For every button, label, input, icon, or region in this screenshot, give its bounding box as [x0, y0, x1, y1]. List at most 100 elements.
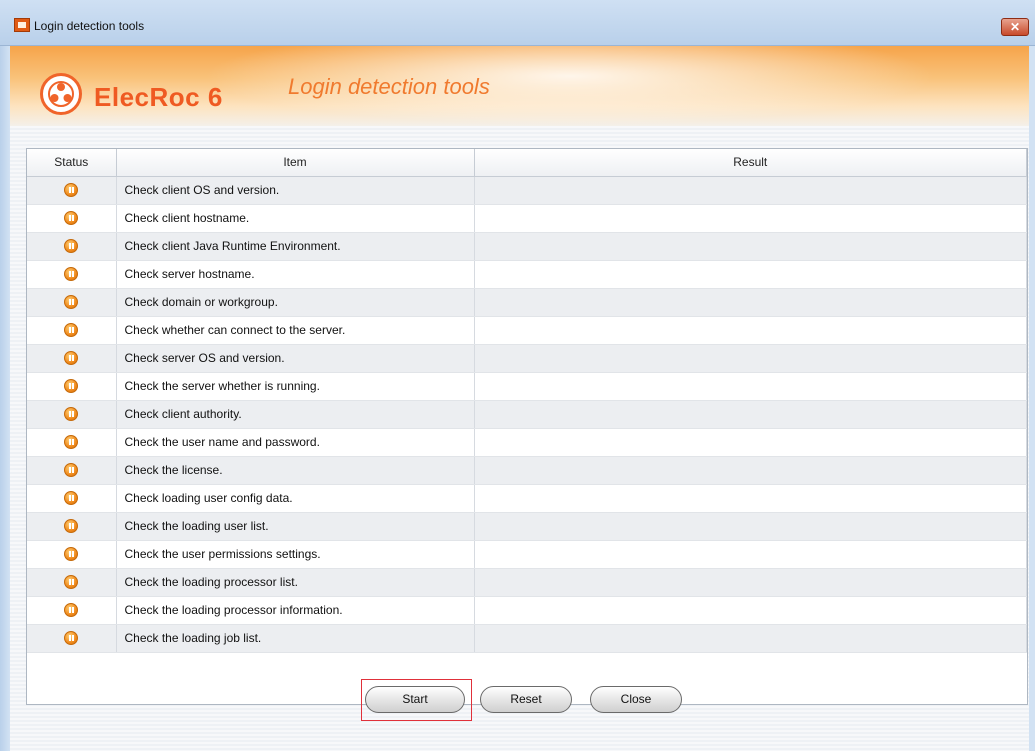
item-cell: Check the loading processor list.	[116, 568, 475, 597]
status-cell	[27, 204, 117, 233]
table-row[interactable]: Check the loading processor information.	[27, 596, 1027, 625]
status-cell	[27, 260, 117, 289]
pause-status-icon	[64, 407, 79, 422]
status-cell	[27, 512, 117, 541]
pause-status-icon	[64, 575, 79, 590]
table-row[interactable]: Check the user name and password.	[27, 428, 1027, 457]
item-cell: Check the user name and password.	[116, 428, 475, 457]
result-cell	[474, 624, 1027, 653]
item-cell: Check the server whether is running.	[116, 372, 475, 401]
header-banner: ElecRoc 6 Login detection tools	[10, 46, 1029, 126]
item-cell: Check the loading job list.	[116, 624, 475, 653]
table-row[interactable]: Check server OS and version.	[27, 344, 1027, 373]
close-window-button[interactable]: ✕	[1001, 18, 1029, 36]
table-row[interactable]: Check the loading processor list.	[27, 568, 1027, 597]
status-cell	[27, 400, 117, 429]
result-cell	[474, 316, 1027, 345]
pause-status-icon	[64, 547, 79, 562]
app-icon	[14, 18, 30, 32]
table-row[interactable]: Check server hostname.	[27, 260, 1027, 289]
item-cell: Check the user permissions settings.	[116, 540, 475, 569]
table-row[interactable]: Check client hostname.	[27, 204, 1027, 233]
column-header-result[interactable]: Result	[474, 149, 1027, 177]
result-cell	[474, 512, 1027, 541]
table-row[interactable]: Check the loading job list.	[27, 624, 1027, 653]
status-cell	[27, 344, 117, 373]
status-cell	[27, 288, 117, 317]
item-cell: Check client hostname.	[116, 204, 475, 233]
pause-status-icon	[64, 631, 79, 646]
window-title: Login detection tools	[34, 19, 145, 33]
result-cell	[474, 428, 1027, 457]
table-row[interactable]: Check the user permissions settings.	[27, 540, 1027, 569]
status-cell	[27, 484, 117, 513]
detection-table: Status Item Result Check client OS and v…	[26, 148, 1028, 705]
status-cell	[27, 624, 117, 653]
item-cell: Check the loading user list.	[116, 512, 475, 541]
item-cell: Check loading user config data.	[116, 484, 475, 513]
pause-status-icon	[64, 351, 79, 366]
item-cell: Check client OS and version.	[116, 176, 475, 205]
status-cell	[27, 428, 117, 457]
result-cell	[474, 596, 1027, 625]
reset-button[interactable]: Reset	[480, 686, 572, 713]
table-row[interactable]: Check the server whether is running.	[27, 372, 1027, 401]
status-cell	[27, 456, 117, 485]
result-cell	[474, 400, 1027, 429]
result-cell	[474, 344, 1027, 373]
column-header-status[interactable]: Status	[27, 149, 117, 177]
start-button[interactable]: Start	[365, 686, 465, 713]
result-cell	[474, 540, 1027, 569]
elecroc-logo-icon	[40, 73, 82, 115]
pause-status-icon	[64, 519, 79, 534]
item-cell: Check server OS and version.	[116, 344, 475, 373]
pause-status-icon	[64, 379, 79, 394]
status-cell	[27, 176, 117, 205]
close-button[interactable]: Close	[590, 686, 682, 713]
status-cell	[27, 316, 117, 345]
item-cell: Check whether can connect to the server.	[116, 316, 475, 345]
result-cell	[474, 484, 1027, 513]
result-cell	[474, 232, 1027, 261]
table-row[interactable]: Check the loading user list.	[27, 512, 1027, 541]
banner-subtitle: Login detection tools	[288, 74, 490, 99]
pause-status-icon	[64, 463, 79, 478]
table-row[interactable]: Check domain or workgroup.	[27, 288, 1027, 317]
dialog-content: ElecRoc 6 Login detection tools Status I…	[10, 46, 1029, 751]
result-cell	[474, 372, 1027, 401]
result-cell	[474, 288, 1027, 317]
status-cell	[27, 540, 117, 569]
pause-status-icon	[64, 211, 79, 226]
result-cell	[474, 456, 1027, 485]
table-header: Status Item Result	[27, 149, 1027, 177]
pause-status-icon	[64, 239, 79, 254]
table-row[interactable]: Check client Java Runtime Environment.	[27, 232, 1027, 261]
status-cell	[27, 596, 117, 625]
brand-name: ElecRoc 6	[94, 82, 223, 112]
table-row[interactable]: Check loading user config data.	[27, 484, 1027, 513]
pause-status-icon	[64, 267, 79, 282]
table-row[interactable]: Check whether can connect to the server.	[27, 316, 1027, 345]
result-cell	[474, 260, 1027, 289]
status-cell	[27, 372, 117, 401]
pause-status-icon	[64, 323, 79, 338]
pause-status-icon	[64, 435, 79, 450]
window-frame-left	[0, 46, 10, 751]
window-frame-right	[1029, 46, 1035, 751]
item-cell: Check the loading processor information.	[116, 596, 475, 625]
status-cell	[27, 232, 117, 261]
table-row[interactable]: Check client authority.	[27, 400, 1027, 429]
item-cell: Check client authority.	[116, 400, 475, 429]
table-row[interactable]: Check client OS and version.	[27, 176, 1027, 205]
status-cell	[27, 568, 117, 597]
pause-status-icon	[64, 295, 79, 310]
item-cell: Check the license.	[116, 456, 475, 485]
column-header-item[interactable]: Item	[116, 149, 475, 177]
item-cell: Check server hostname.	[116, 260, 475, 289]
pause-status-icon	[64, 603, 79, 618]
result-cell	[474, 176, 1027, 205]
table-row[interactable]: Check the license.	[27, 456, 1027, 485]
pause-status-icon	[64, 183, 79, 198]
result-cell	[474, 568, 1027, 597]
item-cell: Check domain or workgroup.	[116, 288, 475, 317]
